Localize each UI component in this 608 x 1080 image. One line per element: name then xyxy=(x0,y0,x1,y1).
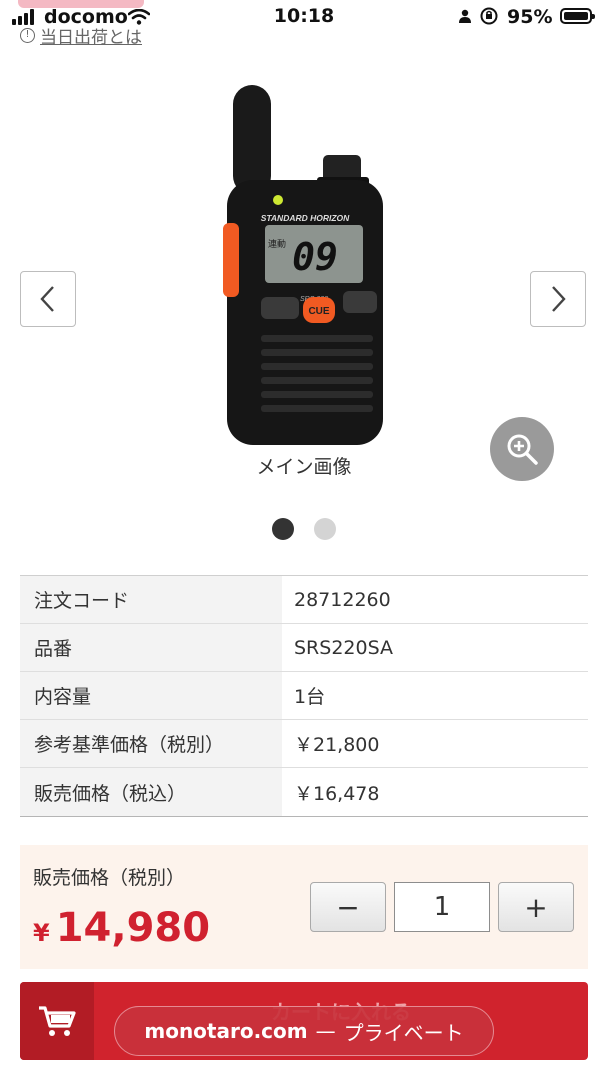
url-domain: monotaro.com xyxy=(144,1019,308,1043)
spec-value: SRS220SA xyxy=(282,624,588,671)
private-mode-label: プライベート xyxy=(343,1020,464,1045)
image-caption: メイン画像 xyxy=(256,456,352,478)
table-row: 販売価格（税込） ￥16,478 xyxy=(20,768,588,816)
table-row: 参考基準価格（税別） ￥21,800 xyxy=(20,720,588,768)
price-amount: 14,980 xyxy=(55,905,211,951)
gallery-pagination xyxy=(0,518,608,540)
quantity-input[interactable]: 1 xyxy=(394,882,490,932)
cue-button-label: CUE xyxy=(308,306,329,317)
product-brand-label: STANDARD HORIZON xyxy=(261,213,350,223)
spec-value: 28712260 xyxy=(282,576,588,623)
spec-value: 1台 xyxy=(282,672,588,719)
quantity-decrease-button[interactable]: − xyxy=(310,882,386,932)
info-icon: ! xyxy=(20,28,35,43)
currency-symbol: ¥ xyxy=(33,919,50,947)
chevron-left-icon xyxy=(40,286,54,312)
person-icon xyxy=(459,9,471,23)
gallery-next-button[interactable] xyxy=(530,271,586,327)
browser-url-bar[interactable]: monotaro.com — プライベート xyxy=(114,1006,494,1056)
lcd-small-text: 連動 xyxy=(268,238,286,250)
price-label: 販売価格（税別） xyxy=(33,867,186,889)
spec-table: 注文コード 28712260 品番 SRS220SA 内容量 1台 参考基準価格… xyxy=(20,575,588,817)
battery-icon xyxy=(560,8,595,24)
cart-icon xyxy=(39,1006,76,1036)
battery-percent: 95% xyxy=(507,6,553,28)
same-day-shipping-info[interactable]: ! 当日出荷とは xyxy=(20,23,142,48)
spec-key: 品番 xyxy=(20,624,282,671)
table-row: 内容量 1台 xyxy=(20,672,588,720)
quantity-increase-button[interactable]: + xyxy=(498,882,574,932)
spec-value: ￥21,800 xyxy=(282,720,588,767)
sale-price: ¥ 14,980 xyxy=(33,905,210,951)
gallery-dot-1[interactable] xyxy=(272,518,294,540)
spec-key: 内容量 xyxy=(20,672,282,719)
spec-key: 注文コード xyxy=(20,576,282,623)
same-day-shipping-link[interactable]: 当日出荷とは xyxy=(40,23,142,48)
url-separator: — xyxy=(315,1019,336,1043)
gallery-dot-2[interactable] xyxy=(314,518,336,540)
cart-icon-area xyxy=(20,982,94,1060)
price-box: 販売価格（税別） ¥ 14,980 − 1 + xyxy=(20,845,588,969)
table-row: 品番 SRS220SA xyxy=(20,624,588,672)
spec-key: 参考基準価格（税別） xyxy=(20,720,282,767)
product-image[interactable]: STANDARD HORIZON 連動 09 SRS 220 CUE xyxy=(205,85,405,450)
spec-value: ￥16,478 xyxy=(282,768,588,816)
gallery-prev-button[interactable] xyxy=(20,271,76,327)
lcd-channel-text: 09 xyxy=(292,235,338,279)
chevron-right-icon xyxy=(552,286,566,312)
orientation-lock-icon xyxy=(480,7,498,25)
table-row: 注文コード 28712260 xyxy=(20,576,588,624)
spec-key: 販売価格（税込） xyxy=(20,768,282,816)
